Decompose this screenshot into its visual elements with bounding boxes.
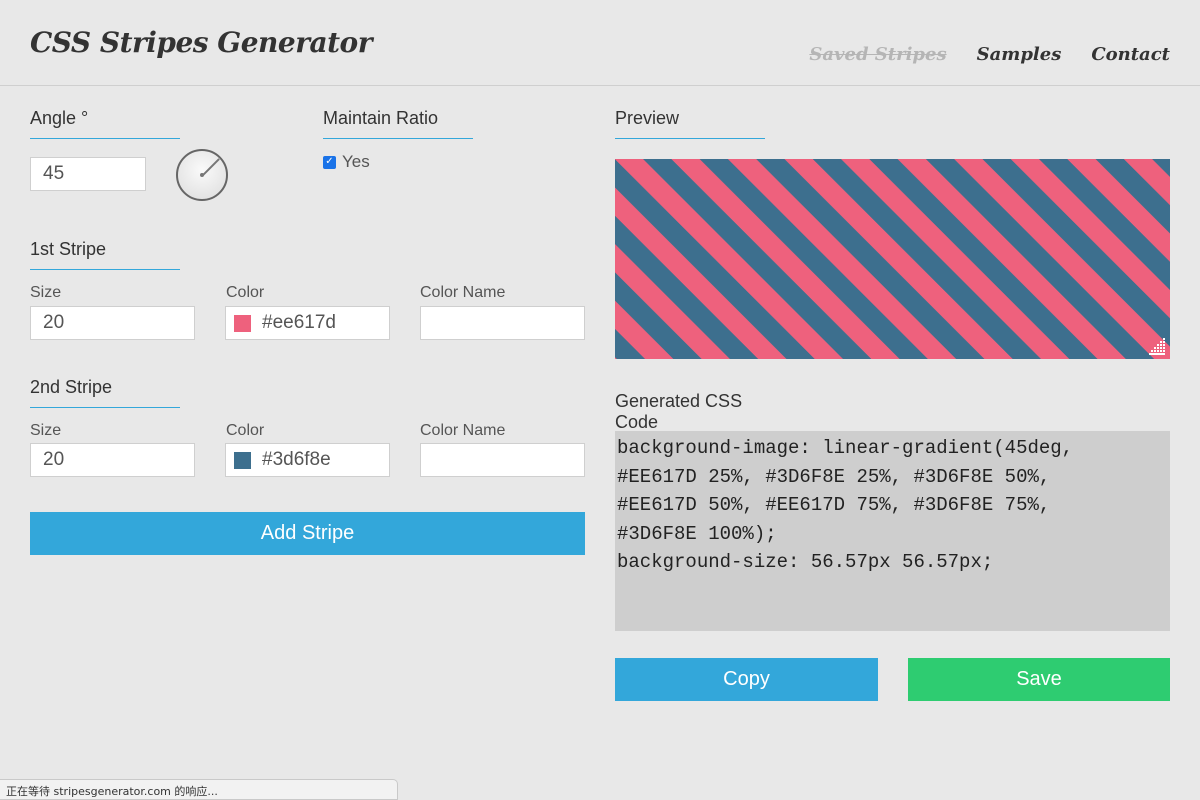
stripe1-color-input[interactable]: #ee617d	[225, 306, 390, 340]
stripe2-title: 2nd Stripe	[30, 377, 180, 408]
angle-dial-icon[interactable]	[176, 149, 228, 201]
copy-button[interactable]: Copy	[615, 658, 878, 701]
stripe2-size-value: 20	[43, 449, 65, 470]
generated-code-box[interactable]: background-image: linear-gradient(45deg,…	[615, 431, 1170, 631]
stripe2-color-input[interactable]: #3d6f8e	[225, 443, 390, 477]
maintain-ratio-label: Yes	[342, 152, 370, 171]
stripe2-size-label: Size	[30, 422, 62, 439]
dial-needle	[201, 158, 220, 177]
stripe1-title: 1st Stripe	[30, 239, 180, 270]
stripe2-color-name-input[interactable]	[420, 443, 585, 477]
stripe2-size-input[interactable]: 20	[30, 443, 195, 477]
nav-contact[interactable]: Contact	[1091, 44, 1170, 65]
site-logo[interactable]: CSS Stripes Generator	[30, 26, 372, 59]
maintain-ratio-option[interactable]: ✓ Yes	[323, 152, 370, 172]
code-line: #3D6F8E 100%);	[617, 522, 777, 545]
browser-status-bar: 正在等待 stripesgenerator.com 的响应...	[0, 779, 398, 800]
stripe2-color-name-label: Color Name	[420, 422, 506, 439]
stripe2-color-swatch[interactable]	[234, 451, 251, 469]
preview-title: Preview	[615, 108, 765, 139]
top-nav: Saved Stripes Samples Contact	[809, 44, 1170, 65]
angle-input[interactable]: 45	[30, 157, 146, 191]
code-line: background-image: linear-gradient(45deg,	[617, 437, 1074, 459]
nav-saved-stripes[interactable]: Saved Stripes	[809, 44, 946, 65]
stripe1-color-value: #ee617d	[262, 312, 336, 333]
site-header: CSS Stripes Generator Saved Stripes Samp…	[0, 0, 1200, 86]
add-stripe-button[interactable]: Add Stripe	[30, 512, 585, 555]
maintain-ratio-title: Maintain Ratio	[323, 108, 473, 139]
stripe1-size-label: Size	[30, 284, 62, 301]
stripe2-color-value: #3d6f8e	[262, 449, 331, 470]
stripe1-color-swatch[interactable]	[234, 314, 251, 332]
code-line: #EE617D 25%, #3D6F8E 25%, #3D6F8E 50%,	[617, 465, 1051, 488]
stripe1-color-name-input[interactable]	[420, 306, 585, 340]
checkmark-icon: ✓	[325, 156, 334, 167]
angle-input-value: 45	[43, 163, 65, 184]
angle-title: Angle °	[30, 108, 180, 139]
code-line: background-size: 56.57px 56.57px;	[617, 551, 994, 574]
stripe2-color-label: Color	[226, 422, 265, 439]
resize-grip-icon[interactable]	[1147, 336, 1167, 356]
maintain-ratio-checkbox[interactable]: ✓	[323, 155, 336, 169]
code-line: #EE617D 50%, #EE617D 75%, #3D6F8E 75%,	[617, 494, 1051, 517]
stripe1-size-value: 20	[43, 312, 65, 333]
nav-samples[interactable]: Samples	[977, 44, 1062, 65]
dial-center	[200, 173, 204, 177]
stripe1-color-label: Color	[226, 284, 265, 301]
save-button[interactable]: Save	[908, 658, 1170, 701]
stripe1-size-input[interactable]: 20	[30, 306, 195, 340]
stripes-preview	[615, 159, 1170, 359]
stripe1-color-name-label: Color Name	[420, 284, 506, 301]
